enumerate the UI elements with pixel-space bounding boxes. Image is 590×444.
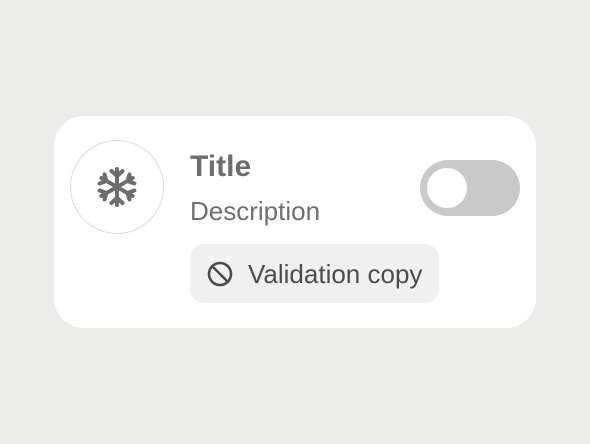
card-title: Title [190, 150, 252, 183]
snowflake-icon-container [70, 140, 164, 234]
prohibited-icon [207, 261, 233, 286]
validation-message: Validation copy [190, 244, 440, 303]
settings-card: Title Description Validation copy [54, 116, 536, 328]
validation-text: Validation copy [248, 258, 423, 289]
snowflake-icon [97, 167, 137, 207]
toggle-switch[interactable] [420, 160, 520, 216]
card-description: Description [190, 196, 321, 226]
toggle-knob[interactable] [427, 168, 467, 208]
